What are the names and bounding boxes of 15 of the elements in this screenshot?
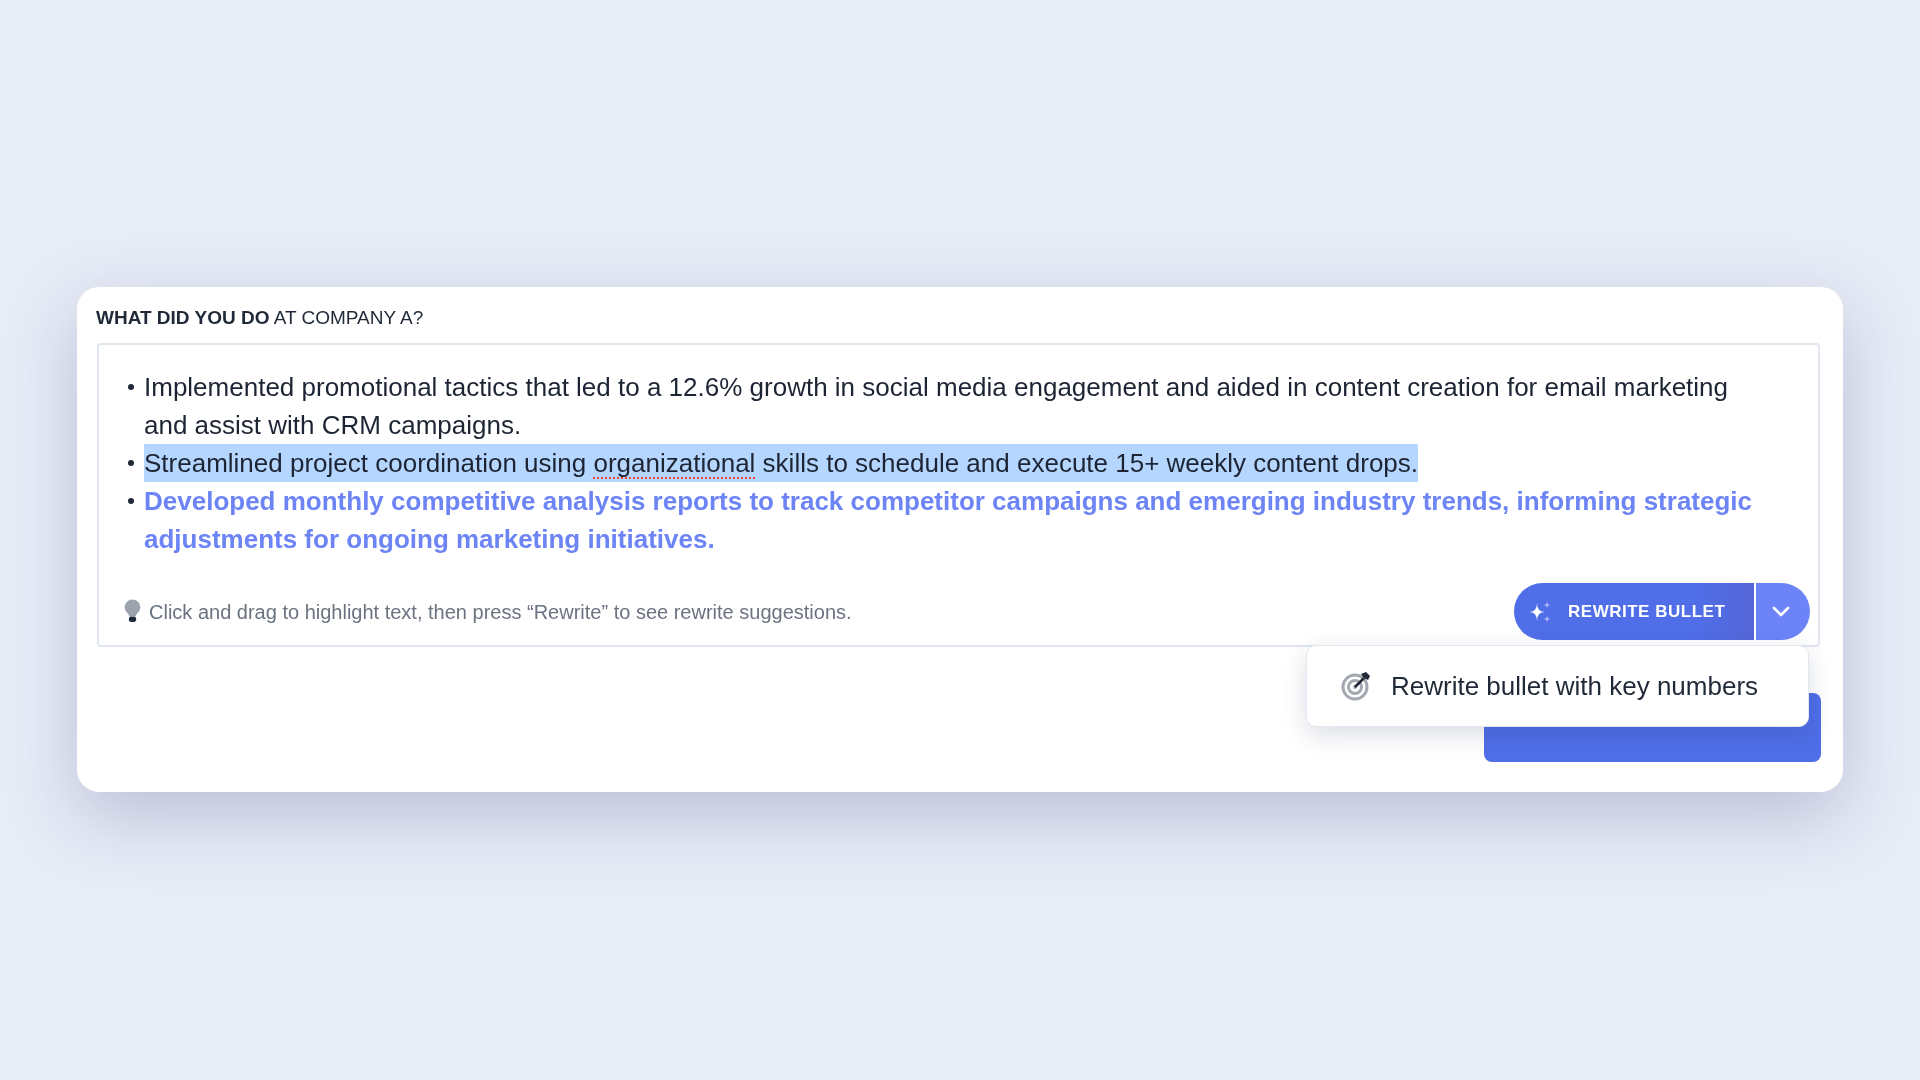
rewrite-bullet-button[interactable]: REWRITE BULLET bbox=[1514, 583, 1754, 640]
lightbulb-icon bbox=[124, 599, 141, 624]
bullet-icon bbox=[128, 498, 134, 504]
dropdown-toggle-button[interactable] bbox=[1756, 583, 1810, 640]
bullet-editor[interactable] bbox=[97, 343, 1820, 647]
hint-text: Click and drag to highlight text, then press “Rewrite” to see rewrite suggestions. bbox=[149, 599, 852, 625]
target-icon bbox=[1341, 671, 1371, 701]
bullet-text: Streamlined project coordination using organizational skills to schedule and execute 15+ weekly content drops. bbox=[144, 444, 1419, 482]
chevron-down-icon bbox=[1772, 606, 1790, 617]
bullet-text: Implemented promotional tactics that led to a 12.6% growth in social media engagement and aided in content creation for email marketing and assist with CRM campaigns. bbox=[144, 372, 1728, 440]
question-label: WHAT DID YOU DO AT COMPANY A? bbox=[96, 306, 424, 330]
bullet-icon bbox=[128, 384, 134, 390]
menu-item[interactable]: Rewrite bullet with key numbers bbox=[1307, 646, 1808, 726]
bullet-icon bbox=[128, 460, 134, 466]
suggested-bullet-text: Developed monthly competitive analysis reports to track competitor campaigns and emerging industry trends, informing strategic adjustments for ongoing marketing initiatives. bbox=[144, 486, 1753, 554]
